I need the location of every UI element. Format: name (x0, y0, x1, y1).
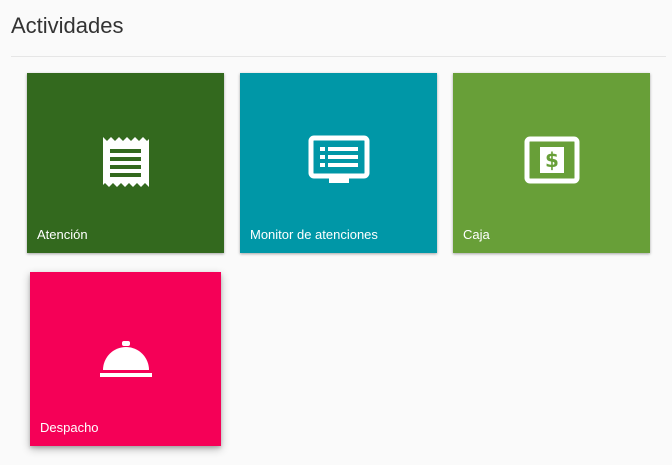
tile-label: Caja (463, 227, 490, 242)
activities-page: Actividades Atención Monitor de atencion… (0, 0, 672, 465)
tile-label: Atención (37, 227, 88, 242)
svg-text:$: $ (545, 148, 559, 172)
room-service-icon (30, 340, 221, 380)
tile-caja[interactable]: $ Caja (453, 73, 650, 253)
tile-label: Despacho (40, 420, 99, 435)
page-title: Actividades (11, 13, 124, 38)
title-divider (11, 56, 666, 57)
tile-monitor-de-atenciones[interactable]: Monitor de atenciones (240, 73, 437, 253)
receipt-icon (27, 135, 224, 189)
tile-label: Monitor de atenciones (250, 227, 378, 242)
tile-atencion[interactable]: Atención (27, 73, 224, 253)
tile-despacho[interactable]: Despacho (30, 272, 221, 446)
cash-icon: $ (453, 135, 650, 185)
monitor-list-icon (240, 135, 437, 187)
